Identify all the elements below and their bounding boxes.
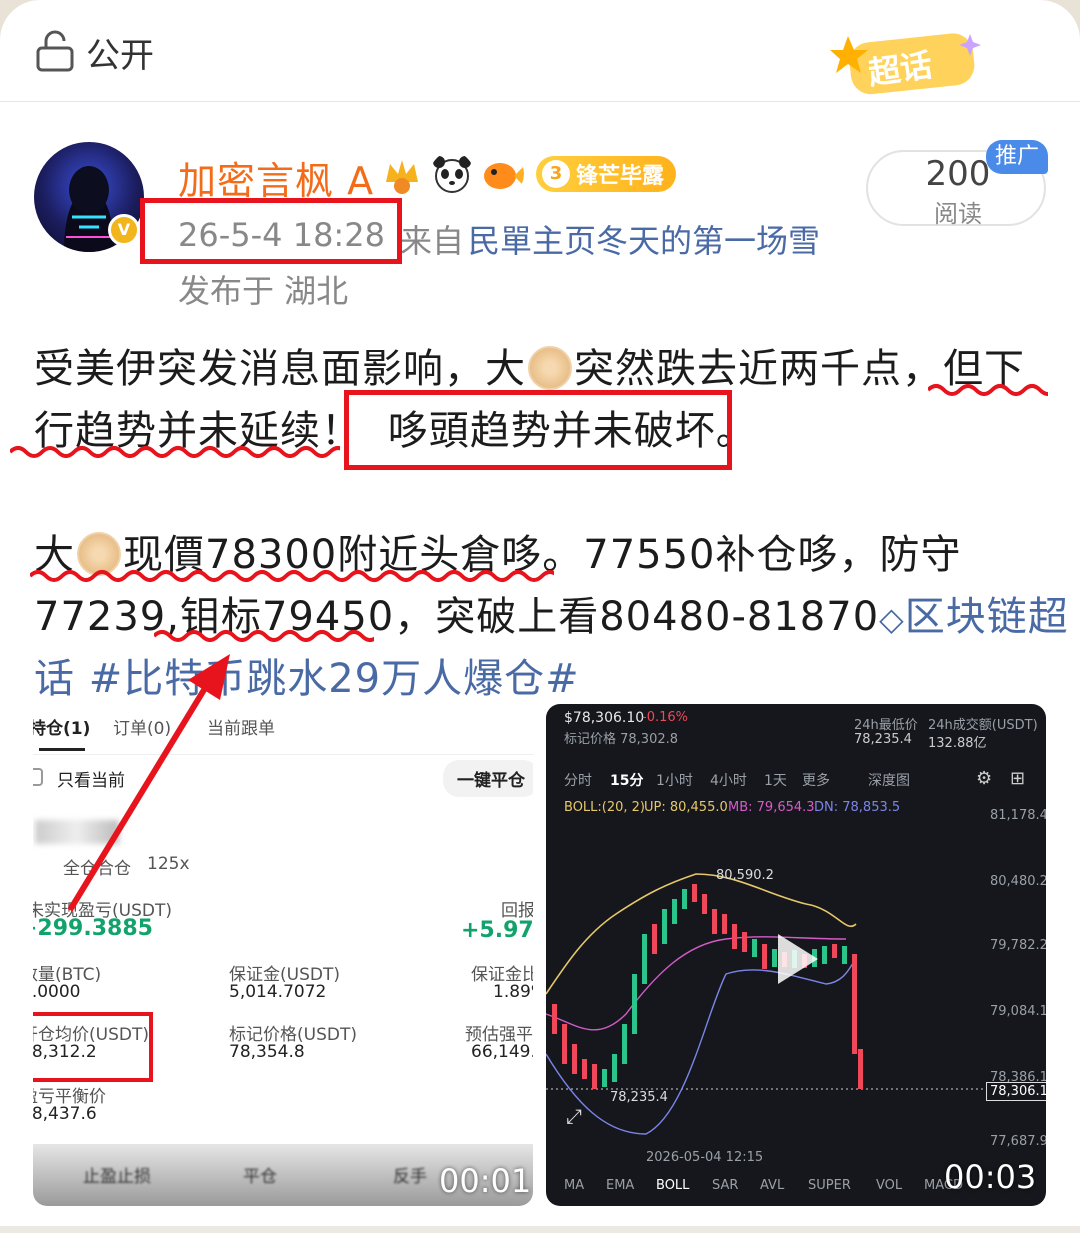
vol-label: 24h成交额(USDT) — [928, 718, 1038, 733]
timestamp-annotation-box — [140, 198, 402, 264]
line1-text-b: 突然跌去近两千点， — [574, 346, 943, 392]
low-marker: 78,235.4 — [610, 1090, 668, 1105]
current-price-tag: 78,306.1 — [986, 1082, 1046, 1101]
expand-icon[interactable]: ⤢ — [566, 1104, 582, 1128]
y-tick: 79,782.2 — [990, 938, 1046, 953]
supertopic-label[interactable]: 超话 — [865, 40, 935, 94]
visibility-label[interactable]: 公开 — [86, 28, 154, 77]
reverse-button[interactable]: 反手 — [393, 1162, 427, 1187]
y-tick: 80,480.2 — [990, 874, 1046, 889]
y-tick: 79,084.1 — [990, 1004, 1046, 1019]
low-label: 24h最低价 — [854, 718, 918, 733]
video-thumbnail-kline[interactable]: $78,306.10 -0.16% 标记价格 78,302.8 24h最低价 7… — [546, 704, 1046, 1206]
price-change: -0.16% — [642, 710, 688, 725]
ind-sar[interactable]: SAR — [712, 1178, 738, 1193]
grid-icon[interactable]: ⊞ — [1010, 768, 1025, 789]
source-link[interactable]: 民單主页冬天的第一场雪 — [468, 216, 820, 262]
video-timecode: 00:01 — [439, 1162, 532, 1200]
fish-icon — [484, 163, 524, 189]
vol-value: 132.88亿 — [928, 736, 987, 751]
tf-4h[interactable]: 4小时 — [710, 770, 747, 790]
chart-date: 2026-05-04 12:15 — [646, 1150, 764, 1165]
last-price: $78,306.10 — [564, 710, 645, 726]
level-number: 3 — [542, 160, 570, 188]
checkbox-icon[interactable] — [33, 768, 43, 786]
top-bar: 公开 超话 — [0, 0, 1080, 102]
lock-icon — [36, 30, 74, 72]
verified-badge: V — [108, 214, 140, 246]
boll-dn: DN: 78,853.5 — [814, 800, 901, 815]
supertopic-link[interactable]: 区块链超 — [905, 594, 1069, 640]
reads-label: 阅读 — [934, 200, 982, 228]
bottom-separator — [0, 1226, 1080, 1233]
video-timecode: 00:03 — [944, 1158, 1037, 1196]
liq-value: 66,149. — [471, 1042, 533, 1062]
roi-value: +5.97% — [461, 918, 533, 943]
tf-minute[interactable]: 分时 — [564, 770, 592, 790]
author-name[interactable]: 加密言枫 A — [178, 150, 374, 205]
tf-15m[interactable]: 15分 — [610, 770, 643, 790]
trend-annotation-box — [344, 390, 732, 470]
settings-icon[interactable]: ⚙ — [976, 768, 992, 789]
author-badges: 3 锋芒毕露 — [380, 152, 677, 196]
boll-up: UP: 80,455.0 — [644, 800, 728, 815]
qty-value: 1.0000 — [33, 982, 81, 1002]
entry-annotation-box — [33, 1012, 153, 1082]
y-tick: 81,178.4 — [990, 808, 1046, 823]
level-pill[interactable]: 3 锋芒毕露 — [536, 156, 677, 192]
line4-text-c: ，突破上看80480-81870 — [394, 594, 880, 640]
y-tick: 77,687.9 — [990, 1134, 1046, 1149]
tp-sl-button[interactable]: 止盈止损 — [83, 1162, 151, 1187]
panda-icon — [433, 156, 471, 193]
high-marker: 80,590.2 — [716, 868, 774, 883]
wavy-underline — [154, 630, 374, 642]
post-location: 发布于 湖北 — [178, 272, 349, 310]
ind-super[interactable]: SUPER — [808, 1178, 851, 1193]
tf-depth[interactable]: 深度图 — [868, 770, 910, 790]
close-button[interactable]: 平仓 — [243, 1162, 277, 1187]
candles — [552, 884, 863, 1089]
mark-price: 标记价格 78,302.8 — [564, 732, 679, 747]
margin-ratio-value: 1.89% — [493, 982, 533, 1002]
ind-avl[interactable]: AVL — [760, 1178, 784, 1193]
diamond-icon: ◇ — [879, 600, 905, 638]
tf-1d[interactable]: 1天 — [764, 770, 787, 790]
ind-ma[interactable]: MA — [564, 1178, 584, 1193]
tf-1h[interactable]: 1小时 — [656, 770, 693, 790]
wavy-underline — [10, 446, 340, 458]
close-all-button[interactable]: 一键平仓 — [443, 760, 533, 797]
wavy-underline — [30, 570, 554, 582]
ind-ema[interactable]: EMA — [606, 1178, 634, 1193]
promo-tag[interactable]: 推广 — [986, 140, 1048, 174]
tf-more[interactable]: 更多 — [802, 770, 830, 790]
annotation-arrow — [67, 654, 230, 912]
mark-value: 78,354.8 — [229, 1042, 305, 1062]
level-title: 锋芒毕露 — [576, 164, 665, 189]
source-prefix: 来自 — [400, 222, 465, 260]
wavy-underline — [928, 384, 1048, 396]
margin-value: 5,014.7072 — [229, 982, 327, 1002]
ind-boll[interactable]: BOLL — [656, 1178, 689, 1193]
coin-emoji-icon — [528, 346, 572, 390]
boll-mb: MB: 79,654.3 — [728, 800, 815, 815]
post-line-1: 受美伊突发消息面影响，大 突然跌去近两千点，但下 — [34, 336, 1025, 394]
boll-label: BOLL:(20, 2) — [564, 800, 646, 815]
line1-text: 受美伊突发消息面影响，大 — [34, 346, 526, 392]
low-value: 78,235.4 — [854, 732, 912, 747]
ind-vol[interactable]: VOL — [876, 1178, 902, 1193]
crown-icon — [386, 160, 418, 194]
breakeven-value: 78,437.6 — [33, 1104, 97, 1124]
post-card: 公开 超话 V 加密言枫 A 3 锋芒毕露 26-5-4 18:28 来自 民單… — [0, 0, 1080, 1233]
